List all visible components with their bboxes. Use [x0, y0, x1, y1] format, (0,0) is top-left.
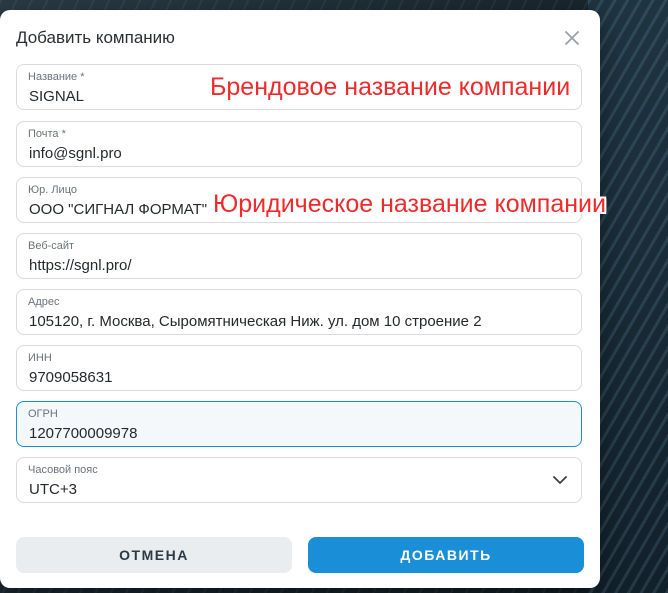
website-field[interactable]: Веб-сайт https://sgnl.pro/ [16, 233, 582, 279]
address-value: 105120, г. Москва, Сыромятническая Ниж. … [29, 313, 482, 330]
address-field[interactable]: Адрес 105120, г. Москва, Сыромятническая… [16, 289, 582, 335]
ogrn-label: ОГРН [28, 408, 58, 420]
timezone-value: UTC+3 [29, 481, 77, 498]
inn-field[interactable]: ИНН 9709058631 [16, 345, 582, 391]
dialog-title: Добавить компанию [16, 28, 175, 47]
ogrn-value: 1207700009978 [29, 425, 138, 442]
close-icon [565, 31, 579, 45]
inn-value: 9709058631 [29, 369, 113, 386]
add-button[interactable]: ДОБАВИТЬ [308, 537, 584, 573]
ogrn-field[interactable]: ОГРН 1207700009978 [16, 401, 582, 447]
address-label: Адрес [28, 296, 60, 308]
website-value: https://sgnl.pro/ [29, 257, 132, 274]
legal-entity-value: ООО "СИГНАЛ ФОРМАТ" [29, 201, 208, 218]
cancel-button[interactable]: ОТМЕНА [16, 537, 292, 573]
legal-name-annotation: Юридическое название компании [213, 190, 606, 218]
email-label: Почта * [28, 128, 66, 140]
name-label: Название * [28, 71, 85, 83]
email-value: info@sgnl.pro [29, 145, 122, 162]
website-label: Веб-сайт [28, 240, 75, 252]
timezone-label: Часовой пояс [28, 464, 98, 476]
inn-label: ИНН [28, 352, 52, 364]
legal-entity-label: Юр. Лицо [28, 184, 78, 196]
background-texture [588, 0, 668, 593]
name-value: SIGNAL [29, 88, 85, 105]
chevron-down-icon[interactable] [553, 475, 567, 485]
brand-name-annotation: Брендовое название компании [210, 73, 571, 101]
timezone-select[interactable]: Часовой пояс UTC+3 [16, 457, 582, 503]
close-button[interactable] [561, 27, 583, 49]
email-field[interactable]: Почта * info@sgnl.pro [16, 121, 582, 167]
